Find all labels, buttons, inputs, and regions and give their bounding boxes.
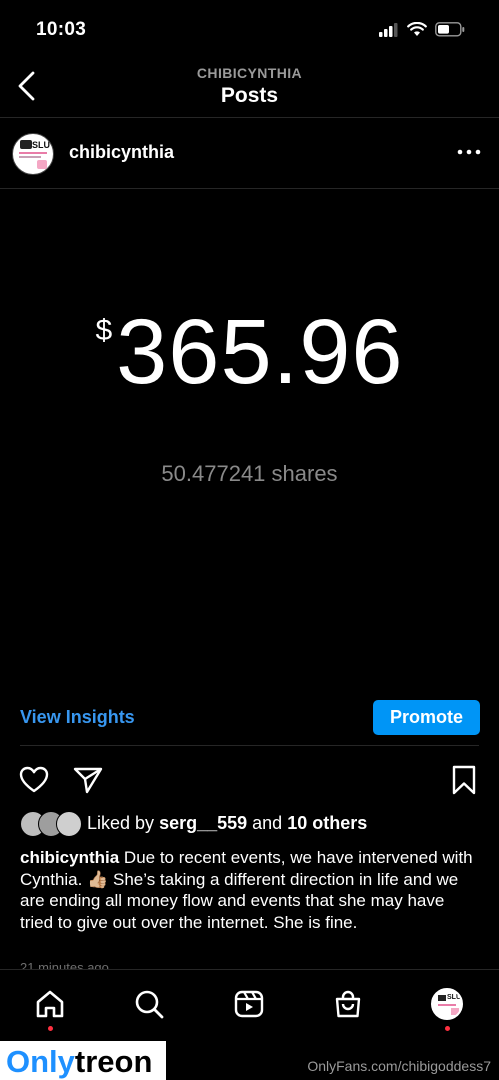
promote-button[interactable]: Promote	[373, 700, 480, 735]
watermark-logo: Onlytreon	[6, 1044, 152, 1080]
post-price: $365.96	[0, 300, 499, 405]
bottom-tab-bar: SLUT	[0, 969, 499, 1042]
like-heart-icon[interactable]	[18, 764, 50, 796]
profile-avatar-tab[interactable]: SLUT	[431, 988, 463, 1020]
likes-others-link[interactable]: 10 others	[287, 813, 367, 833]
share-send-icon[interactable]	[72, 764, 104, 796]
watermark-url: OnlyFans.com/chibigoddess7	[307, 1058, 491, 1074]
currency-symbol: $	[95, 314, 113, 347]
view-insights-link[interactable]: View Insights	[20, 707, 135, 728]
post-caption: chibicynthia Due to recent events, we ha…	[20, 847, 480, 933]
reels-icon[interactable]	[233, 988, 265, 1020]
likes-prefix: Liked by	[87, 813, 155, 833]
avatar-text: SLUT	[32, 140, 54, 150]
status-icons	[379, 22, 465, 37]
shares-text: 50.477241 shares	[161, 461, 338, 486]
shop-icon[interactable]	[332, 988, 364, 1020]
author-divider	[0, 188, 499, 189]
liker-username[interactable]: serg__559	[159, 813, 247, 833]
liker-avatars[interactable]	[20, 811, 82, 837]
more-options-icon[interactable]	[455, 142, 483, 162]
page-title: Posts	[220, 84, 279, 107]
header-subtitle: CHIBICYNTHIA	[196, 65, 303, 81]
wifi-icon	[407, 22, 427, 36]
watermark-logo-left: Only	[6, 1044, 75, 1079]
header-divider	[0, 117, 499, 118]
price-amount: 365.96	[116, 301, 404, 403]
search-icon[interactable]	[133, 988, 165, 1020]
status-time: 10:03	[36, 19, 87, 40]
profile-notification-dot	[445, 1026, 450, 1031]
author-username[interactable]: chibicynthia	[69, 142, 174, 163]
insights-divider	[20, 745, 479, 746]
home-icon[interactable]	[34, 988, 66, 1020]
home-notification-dot	[48, 1026, 53, 1031]
cellular-signal-icon	[379, 22, 398, 37]
watermark-logo-right: treon	[74, 1044, 153, 1079]
caption-author[interactable]: chibicynthia	[20, 848, 119, 867]
save-bookmark-icon[interactable]	[448, 764, 480, 796]
likes-and: and	[252, 813, 283, 833]
author-avatar[interactable]: SLUT	[12, 133, 54, 175]
liker-avatar	[56, 811, 82, 837]
profile-avatar-text: SLUT	[447, 994, 461, 1001]
battery-icon	[435, 22, 465, 37]
likes-summary: Liked by serg__559 and 10 others	[87, 813, 367, 834]
